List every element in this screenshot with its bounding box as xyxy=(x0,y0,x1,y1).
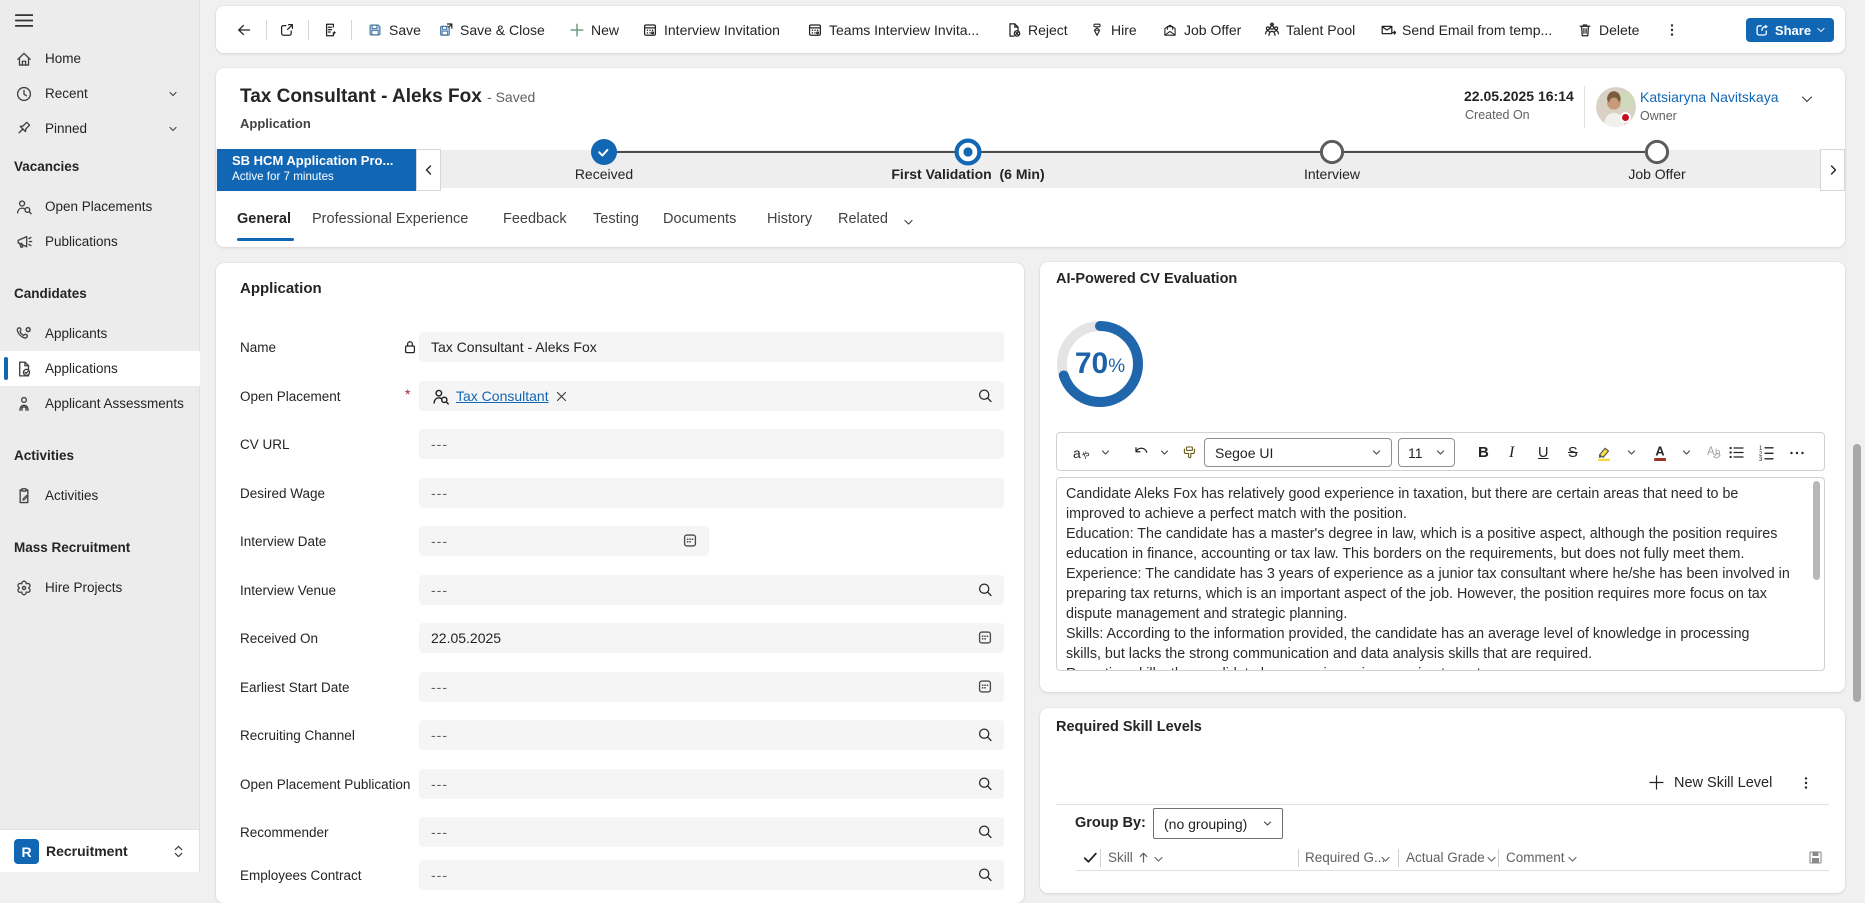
svg-text:A: A xyxy=(1655,444,1664,459)
svg-text:3: 3 xyxy=(1759,457,1763,461)
